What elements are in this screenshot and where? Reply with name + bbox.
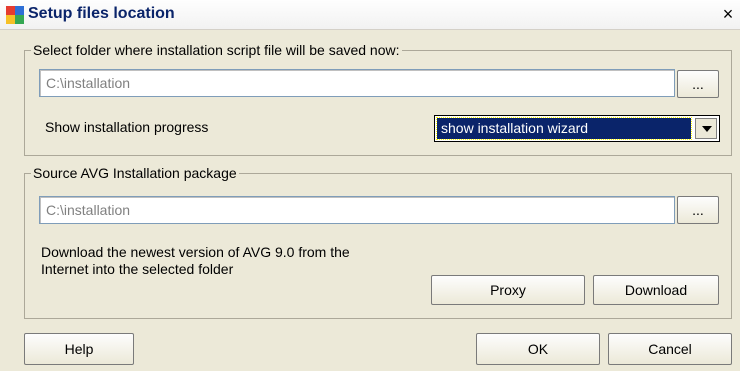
script-folder-browse-button[interactable]: ... [677, 70, 719, 98]
dialog-window: Setup files location × Select folder whe… [0, 0, 740, 371]
script-folder-field[interactable]: C:\installation [39, 69, 675, 97]
close-button[interactable]: × [718, 4, 738, 24]
show-progress-label: Show installation progress [45, 119, 209, 135]
source-package-group: Source AVG Installation package C:\insta… [24, 165, 732, 319]
show-progress-select[interactable]: show installation wizard [434, 115, 720, 142]
download-description-line2: Internet into the selected folder [41, 261, 234, 277]
show-progress-selected-value: show installation wizard [436, 117, 692, 140]
help-button[interactable]: Help [24, 333, 134, 365]
cancel-button[interactable]: Cancel [608, 333, 732, 365]
script-location-group: Select folder where installation script … [24, 42, 732, 156]
download-button[interactable]: Download [593, 275, 719, 305]
window-title: Setup files location [28, 5, 175, 22]
title-bar[interactable]: Setup files location × [0, 0, 740, 30]
avg-app-icon [6, 6, 24, 24]
dropdown-arrow-icon[interactable] [695, 118, 717, 139]
proxy-button[interactable]: Proxy [431, 275, 585, 305]
script-location-group-title: Select folder where installation script … [31, 42, 402, 58]
source-package-group-title: Source AVG Installation package [31, 165, 239, 181]
source-folder-field[interactable]: C:\installation [39, 196, 675, 224]
source-folder-browse-button[interactable]: ... [677, 196, 719, 224]
download-description-line1: Download the newest version of AVG 9.0 f… [41, 244, 350, 260]
ok-button[interactable]: OK [476, 333, 600, 365]
